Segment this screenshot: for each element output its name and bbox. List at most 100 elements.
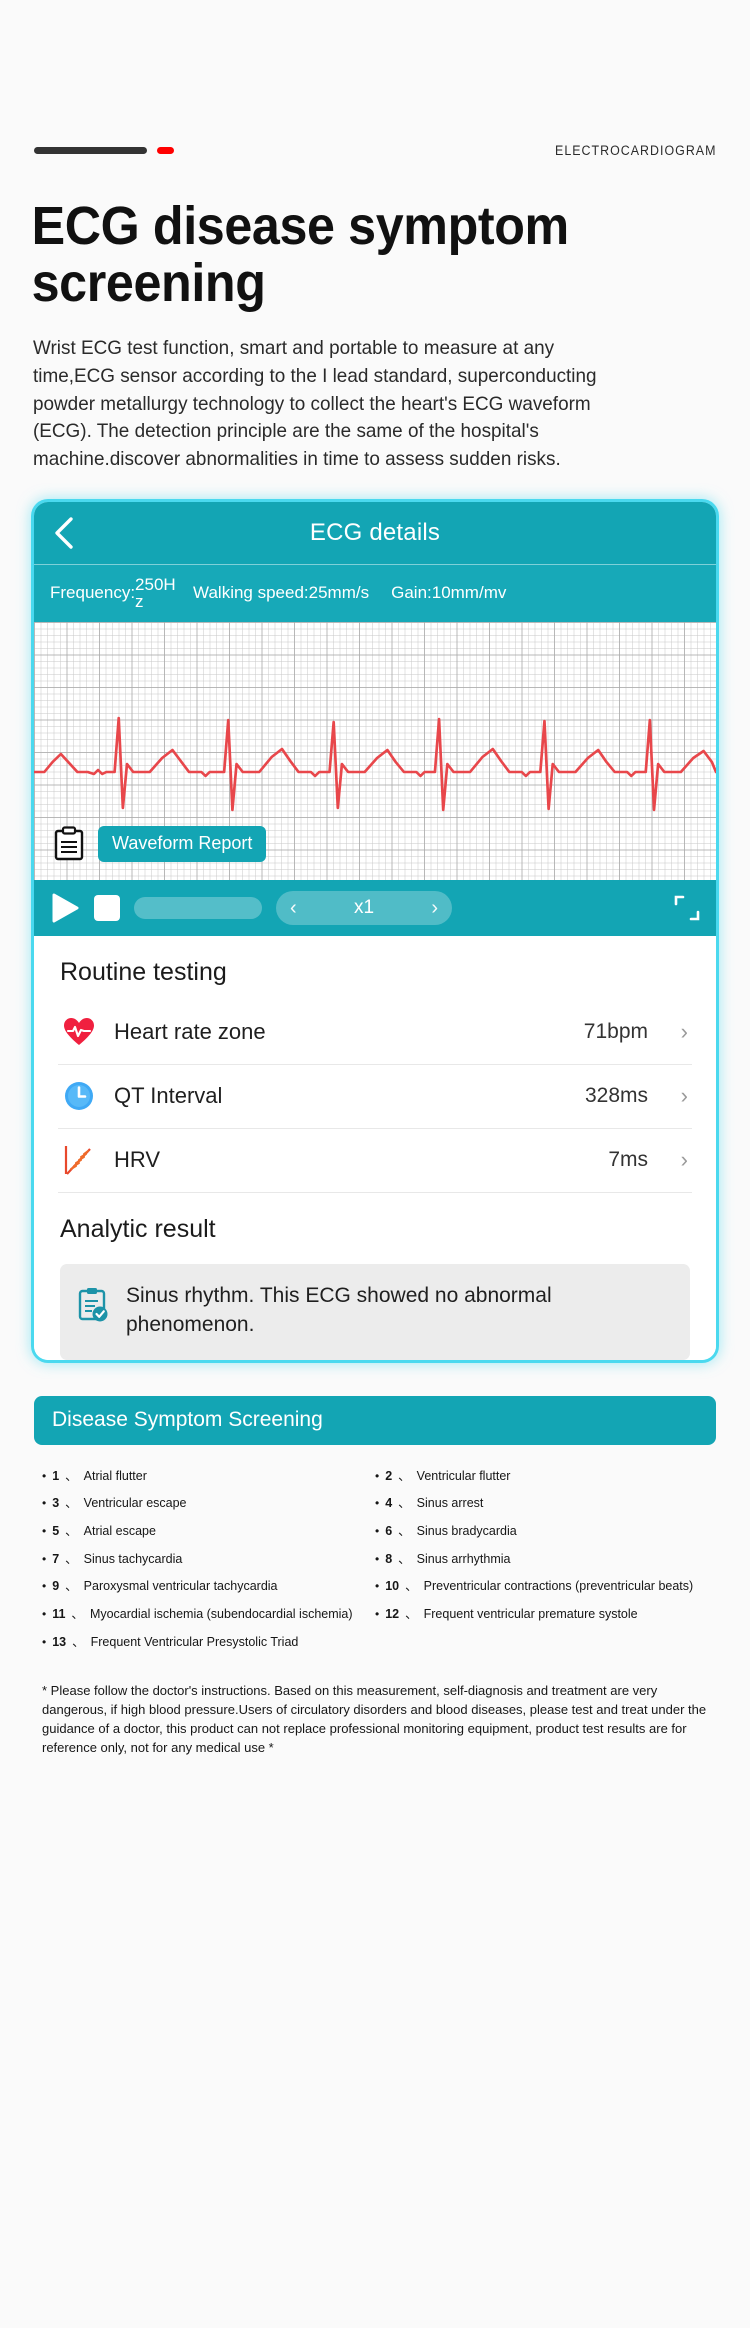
row-value: 71bpm bbox=[583, 1020, 648, 1044]
fullscreen-icon[interactable] bbox=[674, 895, 700, 921]
list-item-number: 9 bbox=[52, 1579, 60, 1594]
list-item-label: Sinus arrhythmia bbox=[416, 1551, 511, 1566]
list-item-label: Sinus bradycardia bbox=[416, 1524, 517, 1538]
hrv-chart-icon bbox=[62, 1143, 96, 1177]
analytic-result-text: Sinus rhythm. This ECG showed no abnorma… bbox=[126, 1283, 552, 1336]
rule-dot-icon bbox=[157, 146, 174, 154]
bullet-icon: • bbox=[375, 1551, 380, 1566]
list-item-number: 7 bbox=[52, 1551, 60, 1566]
rule-bar-icon bbox=[34, 146, 147, 154]
list-item-separator: 、 bbox=[65, 1579, 78, 1594]
table-row[interactable]: Heart rate zone 71bpm › bbox=[58, 1001, 692, 1065]
bullet-icon: • bbox=[42, 1468, 47, 1483]
clock-icon bbox=[62, 1079, 96, 1113]
chevron-right-icon[interactable]: › bbox=[666, 1149, 688, 1171]
bullet-icon: • bbox=[375, 1468, 380, 1483]
waveform-report-button[interactable]: Waveform Report bbox=[98, 825, 267, 862]
app-title: ECG details bbox=[309, 518, 441, 546]
stop-button[interactable] bbox=[94, 894, 120, 921]
analytic-result-box: Sinus rhythm. This ECG showed no abnorma… bbox=[60, 1263, 690, 1360]
list-item-label: Ventricular flutter bbox=[416, 1468, 511, 1483]
phone-mockup: ECG details Frequency: 250Hz Walking spe… bbox=[34, 501, 716, 1360]
row-value: 7ms bbox=[608, 1148, 648, 1172]
list-item: • 3 、 Ventricular escape bbox=[42, 1490, 375, 1518]
list-item-number: 11 bbox=[52, 1606, 66, 1621]
list-item-number: 6 bbox=[385, 1524, 393, 1538]
playback-progress-bar[interactable] bbox=[134, 896, 262, 919]
bullet-icon: • bbox=[375, 1606, 380, 1621]
chevron-right-icon[interactable]: › bbox=[666, 1021, 688, 1043]
bullet-icon: • bbox=[375, 1524, 380, 1538]
list-item-separator: 、 bbox=[65, 1524, 78, 1538]
speed-value: x1 bbox=[353, 896, 375, 918]
list-item-number: 8 bbox=[385, 1551, 393, 1566]
ecg-waveform-area: Waveform Report bbox=[34, 621, 716, 880]
row-label: QT Interval bbox=[114, 1083, 223, 1109]
param-frequency-value: 250Hz bbox=[135, 575, 176, 612]
list-item: • 7 、 Sinus tachycardia bbox=[42, 1546, 375, 1574]
list-item-label: Ventricular escape bbox=[83, 1496, 187, 1511]
list-item-label: Myocardial ischemia (subendocardial isch… bbox=[89, 1606, 353, 1621]
disease-list: • 1 、 Atrial flutter • 2 、 Ventricular flutter •… bbox=[34, 1445, 716, 1656]
disease-screening-section: Disease Symptom Screening • 1 、 Atrial flut… bbox=[0, 1360, 750, 1656]
list-item-label: Atrial flutter bbox=[83, 1468, 147, 1483]
list-item: • 9 、 Paroxysmal ventricular tachycardia bbox=[42, 1573, 375, 1601]
list-item-label: Preventricular contractions (preventricu… bbox=[423, 1579, 694, 1594]
list-item: • 2 、 Ventricular flutter bbox=[375, 1463, 708, 1491]
chevron-right-icon[interactable]: › bbox=[666, 1085, 688, 1107]
clipboard-icon bbox=[52, 826, 86, 862]
waveform-report-row[interactable]: Waveform Report bbox=[52, 825, 267, 862]
bullet-icon: • bbox=[375, 1496, 380, 1511]
list-item-label: Sinus arrest bbox=[416, 1496, 484, 1511]
list-item-separator: 、 bbox=[65, 1551, 78, 1566]
list-item-label: Paroxysmal ventricular tachycardia bbox=[83, 1579, 278, 1594]
app-header: ECG details bbox=[34, 501, 716, 564]
bullet-icon: • bbox=[42, 1551, 47, 1566]
list-item-number: 1 bbox=[52, 1468, 60, 1483]
row-label: Heart rate zone bbox=[114, 1019, 266, 1045]
disclaimer-text: * Please follow the doctor's instruction… bbox=[42, 1683, 707, 1755]
list-item-separator: 、 bbox=[65, 1496, 78, 1511]
chevron-left-icon[interactable]: ‹ bbox=[290, 898, 297, 918]
param-frequency-label: Frequency: bbox=[50, 583, 136, 603]
param-gain: Gain:10mm/mv bbox=[391, 583, 507, 603]
list-item-label: Atrial escape bbox=[83, 1524, 156, 1538]
speed-control[interactable]: ‹ x1 › bbox=[276, 890, 452, 925]
bullet-icon: • bbox=[42, 1606, 47, 1621]
list-item: • 10 、 Preventricular contractions (prevent… bbox=[375, 1573, 708, 1601]
list-item-number: 2 bbox=[385, 1468, 393, 1483]
clipboard-check-icon bbox=[76, 1286, 110, 1324]
table-row[interactable]: HRV 7ms › bbox=[58, 1129, 692, 1193]
bullet-icon: • bbox=[42, 1634, 47, 1649]
intro-paragraph: Wrist ECG test function, smart and porta… bbox=[32, 337, 597, 471]
table-row[interactable]: QT Interval 328ms › bbox=[58, 1065, 692, 1129]
rule-marker bbox=[34, 146, 174, 154]
list-item-number: 4 bbox=[385, 1496, 393, 1511]
list-item-separator: 、 bbox=[405, 1579, 418, 1594]
list-item: • 13 、 Frequent Ventricular Presystolic Tri… bbox=[42, 1629, 708, 1657]
list-item: • 8 、 Sinus arrhythmia bbox=[375, 1546, 708, 1574]
list-item: • 5 、 Atrial escape bbox=[42, 1518, 375, 1546]
bullet-icon: • bbox=[375, 1579, 380, 1594]
list-item-label: Frequent Ventricular Presystolic Triad bbox=[90, 1634, 299, 1649]
ecg-parameter-bar: Frequency: 250Hz Walking speed:25mm/s Ga… bbox=[34, 563, 716, 622]
list-item-label: Sinus tachycardia bbox=[83, 1551, 183, 1566]
eyebrow-label: ELECTROCARDIOGRAM bbox=[554, 142, 716, 158]
routine-testing-heading: Routine testing bbox=[60, 957, 227, 986]
list-item-number: 3 bbox=[52, 1496, 60, 1511]
chevron-right-icon[interactable]: › bbox=[431, 898, 438, 918]
list-item-separator: 、 bbox=[72, 1634, 85, 1649]
play-button[interactable] bbox=[50, 893, 80, 923]
list-item-number: 10 bbox=[385, 1579, 400, 1594]
bullet-icon: • bbox=[42, 1579, 47, 1594]
list-item-separator: 、 bbox=[71, 1606, 84, 1621]
list-item: • 11 、 Myocardial ischemia (subendocardial … bbox=[42, 1601, 375, 1629]
list-item: • 4 、 Sinus arrest bbox=[375, 1490, 708, 1518]
row-value: 328ms bbox=[584, 1084, 648, 1108]
bullet-icon: • bbox=[42, 1496, 47, 1511]
list-item-separator: 、 bbox=[65, 1468, 78, 1483]
back-icon[interactable] bbox=[34, 502, 94, 564]
disease-screening-title: Disease Symptom Screening bbox=[34, 1395, 716, 1445]
list-item-number: 12 bbox=[385, 1606, 400, 1621]
param-frequency: Frequency: 250Hz bbox=[50, 576, 177, 610]
